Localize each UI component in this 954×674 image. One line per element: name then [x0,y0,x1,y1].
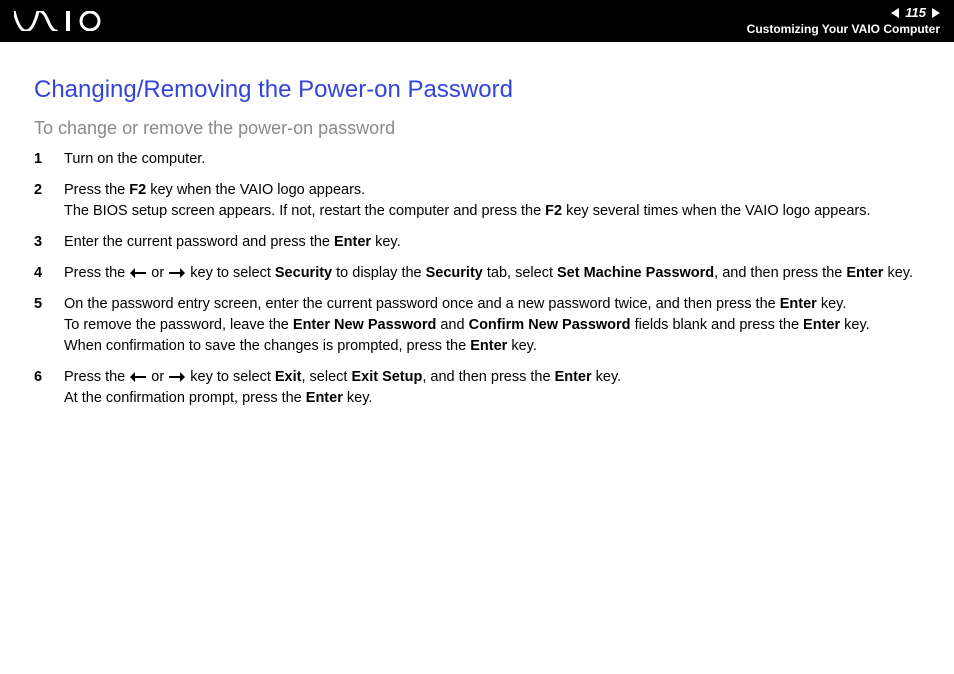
step-number: 4 [34,263,42,284]
step-item: 4 Press the or key to select Security to … [34,263,920,284]
page-title: Changing/Removing the Power-on Password [34,76,920,104]
step-text: On the password entry screen, enter the … [64,296,870,354]
step-number: 6 [34,367,42,388]
arrow-right-icon [169,372,185,382]
step-text: Press the F2 key when the VAIO logo appe… [64,182,871,219]
page-number: 115 [905,5,926,22]
arrow-left-icon [130,268,146,278]
arrow-left-icon [130,372,146,382]
vaio-logo [14,11,106,31]
step-item: 6 Press the or key to select Exit, select… [34,367,920,409]
step-text: Press the or key to select Security to d… [64,265,913,281]
header-bar: 115 Customizing Your VAIO Computer [0,0,954,42]
step-item: 3 Enter the current password and press th… [34,232,920,253]
step-text: Turn on the computer. [64,151,205,167]
prev-page-icon[interactable] [891,8,899,18]
steps-list: 1 Turn on the computer. 2 Press the F2 key … [34,149,920,409]
arrow-right-icon [169,268,185,278]
page-nav: 115 [747,5,940,22]
content: Changing/Removing the Power-on Password … [0,42,954,409]
step-item: 2 Press the F2 key when the VAIO logo app… [34,180,920,222]
section-label: Customizing Your VAIO Computer [747,22,940,38]
page-subtitle: To change or remove the power-on passwor… [34,118,920,139]
step-number: 2 [34,180,42,201]
step-item: 1 Turn on the computer. [34,149,920,170]
step-number: 1 [34,149,42,170]
header-right: 115 Customizing Your VAIO Computer [747,5,940,37]
step-text: Enter the current password and press the… [64,234,401,250]
step-item: 5 On the password entry screen, enter the… [34,294,920,357]
next-page-icon[interactable] [932,8,940,18]
step-number: 5 [34,294,42,315]
step-text: Press the or key to select Exit, select … [64,369,621,406]
step-number: 3 [34,232,42,253]
vaio-logo-svg [14,11,106,31]
